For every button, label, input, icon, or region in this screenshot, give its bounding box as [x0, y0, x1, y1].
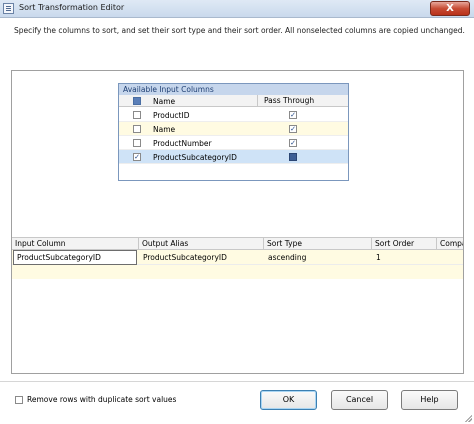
available-column-row[interactable]: ProductNumber ✓: [119, 136, 348, 150]
header-sort-order[interactable]: Sort Order: [372, 238, 437, 250]
grid-header: Input Column Output Alias Sort Type Sort…: [12, 238, 463, 250]
sort-order-cell[interactable]: 1: [373, 250, 436, 265]
column-checkbox[interactable]: [133, 139, 141, 147]
column-name: ProductID: [153, 111, 190, 120]
available-columns-title: Available Input Columns: [119, 84, 348, 95]
available-input-columns: Available Input Columns Name Pass Throug…: [118, 83, 349, 181]
column-name: ProductSubcategoryID: [153, 153, 237, 162]
column-checkbox[interactable]: [133, 125, 141, 133]
available-columns-header: Name Pass Through: [119, 95, 348, 107]
title-bar[interactable]: Sort Transformation Editor X: [0, 0, 474, 18]
available-column-row[interactable]: Name ✓: [119, 122, 348, 136]
available-column-row[interactable]: ProductID ✓: [119, 108, 348, 122]
remove-duplicates-label[interactable]: Remove rows with duplicate sort values: [27, 395, 176, 404]
ok-button[interactable]: OK: [260, 390, 317, 410]
grid-row[interactable]: ProductSubcategoryID ProductSubcategoryI…: [12, 250, 463, 265]
pass-through-checkbox[interactable]: ✓: [289, 139, 297, 147]
select-all-checkbox[interactable]: [133, 97, 141, 105]
grid-new-row[interactable]: [12, 265, 463, 279]
column-name: Name: [153, 125, 176, 134]
cancel-button[interactable]: Cancel: [331, 390, 388, 410]
pass-through-checkbox[interactable]: [289, 153, 297, 161]
available-column-row[interactable]: ✓ ProductSubcategoryID: [119, 150, 348, 164]
header-output-alias[interactable]: Output Alias: [139, 238, 264, 250]
header-input-column[interactable]: Input Column: [12, 238, 139, 250]
dialog-icon: [3, 3, 14, 14]
header-name[interactable]: Name: [153, 97, 175, 106]
input-column-cell[interactable]: ProductSubcategoryID: [13, 250, 137, 265]
close-button[interactable]: X: [430, 1, 470, 16]
output-alias-cell[interactable]: ProductSubcategoryID: [140, 250, 263, 265]
header-sort-type[interactable]: Sort Type: [264, 238, 372, 250]
header-comparison-flags[interactable]: Compa: [437, 238, 463, 250]
remove-duplicates-checkbox[interactable]: [15, 396, 23, 404]
header-pass-through[interactable]: Pass Through: [257, 95, 314, 107]
column-checkbox[interactable]: ✓: [133, 153, 141, 161]
resize-grip-icon[interactable]: [464, 414, 472, 422]
close-icon: X: [446, 3, 454, 14]
window-title: Sort Transformation Editor: [19, 3, 125, 12]
pass-through-checkbox[interactable]: ✓: [289, 125, 297, 133]
column-name: ProductNumber: [153, 139, 212, 148]
comparison-flags-cell[interactable]: [438, 250, 463, 265]
sort-columns-grid: Input Column Output Alias Sort Type Sort…: [12, 237, 463, 373]
sort-type-cell[interactable]: ascending: [265, 250, 371, 265]
help-button[interactable]: Help: [401, 390, 458, 410]
pass-through-checkbox[interactable]: ✓: [289, 111, 297, 119]
instruction-text: Specify the columns to sort, and set the…: [14, 26, 465, 35]
column-checkbox[interactable]: [133, 111, 141, 119]
footer-divider: [0, 381, 474, 382]
